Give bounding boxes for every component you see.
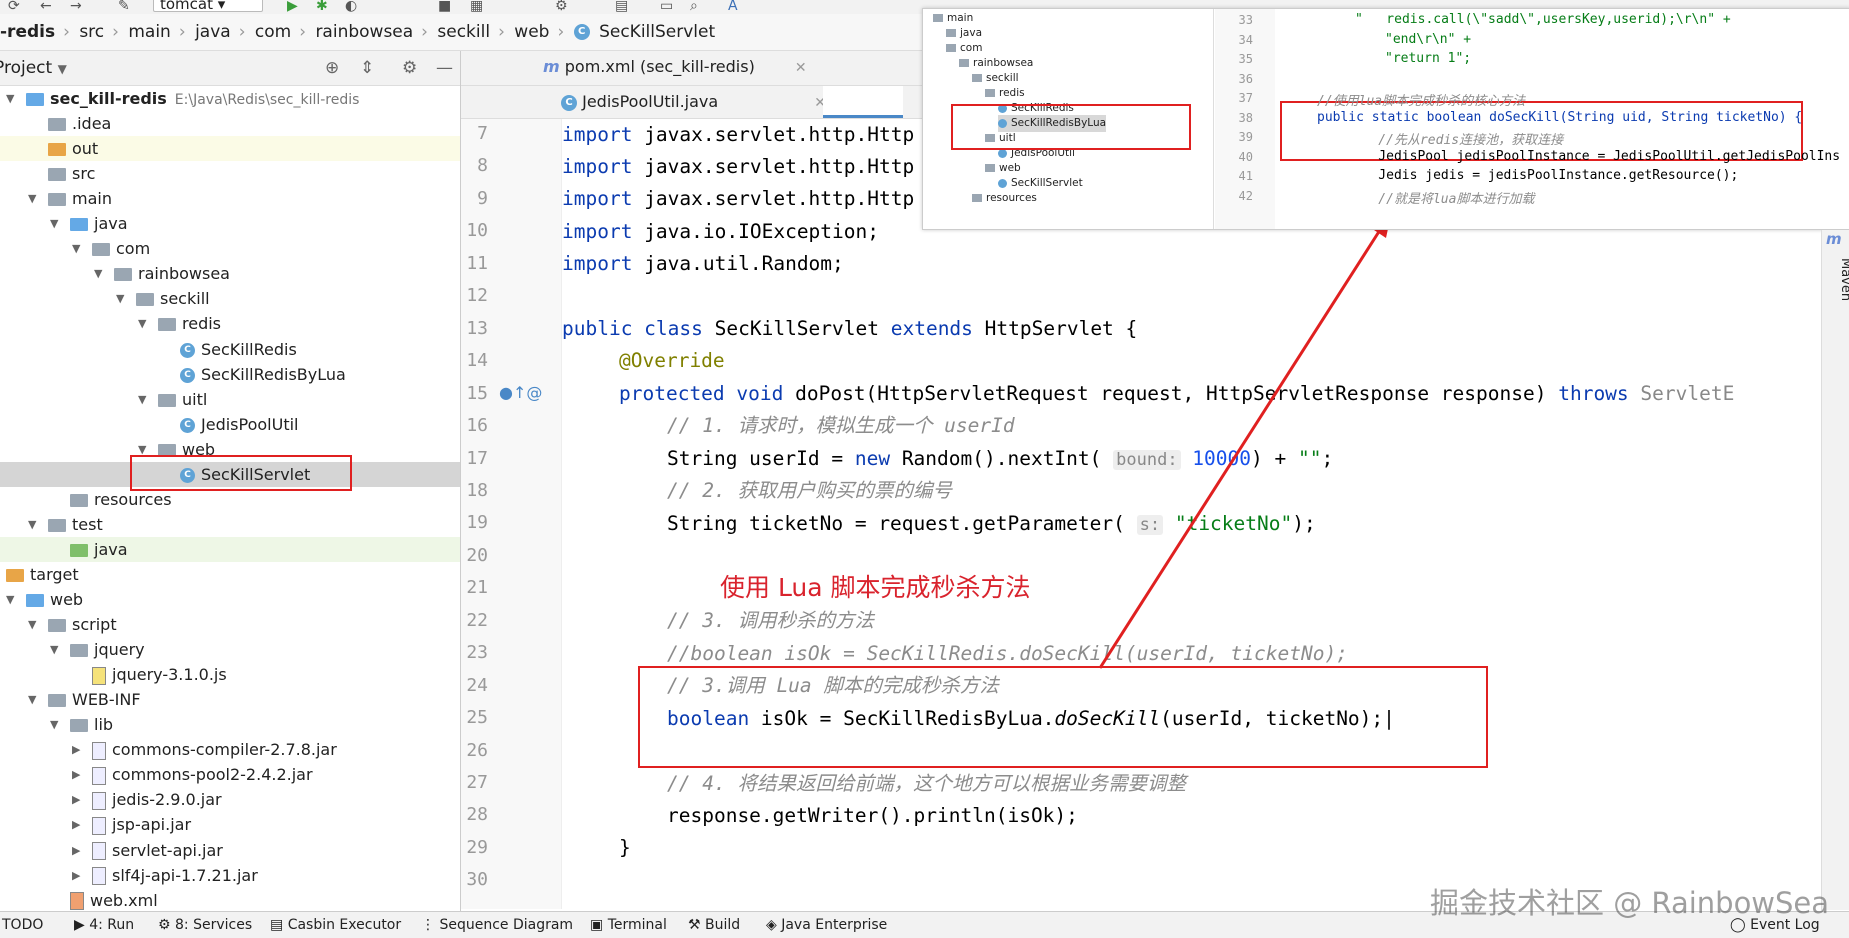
- inset-code-line: //使用lua脚本完成秒杀的核心方法: [1317, 94, 1526, 109]
- terminal-tab-label: Terminal: [607, 917, 667, 933]
- folder-icon: [972, 194, 982, 202]
- inset-tree-label: com: [960, 42, 983, 54]
- build-tab-label: Build: [705, 917, 741, 933]
- maven-toolwindow-strip: m Maven: [1821, 230, 1849, 910]
- inset-line-number: 36: [1238, 71, 1253, 86]
- run-tab-label: 4: Run: [89, 917, 135, 933]
- inset-line-number: 42: [1238, 188, 1253, 203]
- inset-tree-label: java: [960, 27, 982, 39]
- inset-code-line: //就是将lua脚本进行加载: [1347, 191, 1535, 207]
- inset-code-line: " redis.call(\"sadd\",usersKey,userid);\…: [1355, 12, 1731, 27]
- services-tab-label: 8: Services: [175, 917, 253, 933]
- services-tab[interactable]: ⚙ 8: Services: [158, 912, 252, 938]
- inset-line-number: 39: [1238, 130, 1253, 144]
- terminal-tab[interactable]: ▣ Terminal: [590, 912, 667, 938]
- inset-tree-label: web: [999, 162, 1021, 174]
- inset-tree-label: main: [947, 12, 974, 24]
- folder-icon: [985, 89, 995, 97]
- inset-line-number: 37: [1238, 91, 1253, 105]
- folder-icon: [972, 74, 982, 82]
- inset-code-line: "return 1";: [1385, 51, 1472, 66]
- maven-tab[interactable]: Maven: [1838, 258, 1849, 301]
- inset-line-number: 35: [1238, 52, 1253, 66]
- inset-screenshot: main java com rainbowsea seckill redis SecKill…: [922, 8, 1849, 230]
- sequence-diagram-tab[interactable]: ⋮ Sequence Diagram: [421, 912, 573, 938]
- inset-code-line: public static boolean doSecKill(String u…: [1317, 109, 1803, 125]
- inset-line-number: 38: [1238, 110, 1253, 125]
- inset-code-line: "end\r\n" +: [1385, 31, 1472, 47]
- inset-tree-label: resources: [986, 192, 1037, 204]
- folder-icon: [946, 44, 956, 52]
- inset-tree-item: resources: [972, 190, 1037, 207]
- folder-icon: [985, 164, 995, 172]
- inset-code-line: Jedis jedis = jedisPoolInstance.getResou…: [1347, 168, 1739, 183]
- java-enterprise-label: Java Enterprise: [781, 917, 888, 933]
- inset-tree-label: seckill: [986, 72, 1019, 84]
- maven-icon[interactable]: m: [1826, 230, 1842, 248]
- inset-tree-label: rainbowsea: [973, 57, 1034, 69]
- casbin-tab-label: Casbin Executor: [287, 917, 402, 933]
- inset-tree-label: SecKillServlet: [1011, 177, 1083, 189]
- class-icon: [998, 178, 1007, 188]
- inset-tree-label: redis: [999, 87, 1025, 99]
- folder-icon: [946, 29, 956, 37]
- build-tab[interactable]: ⚒ Build: [688, 912, 740, 938]
- casbin-tab[interactable]: ▤ Casbin Executor: [270, 912, 401, 938]
- inset-line-number: 33: [1238, 13, 1253, 27]
- watermark: 掘金技术社区 @ RainbowSea: [1430, 886, 1830, 920]
- inset-line-number: 40: [1238, 149, 1253, 164]
- inset-code-line: //先从redis连接池，获取连接: [1347, 133, 1564, 148]
- todo-tab[interactable]: TODO: [2, 912, 43, 938]
- sequence-diagram-label: Sequence Diagram: [439, 917, 574, 933]
- java-enterprise-tab[interactable]: ◈ Java Enterprise: [766, 912, 887, 938]
- inset-line-number: 34: [1238, 32, 1253, 47]
- folder-icon: [933, 14, 943, 22]
- run-tab[interactable]: ▶ 4: Run: [74, 912, 134, 938]
- folder-icon: [959, 59, 969, 67]
- inset-code-line: JedisPool jedisPoolInstance = JedisPoolU…: [1347, 148, 1841, 164]
- highlight-box-inset-tree: [951, 104, 1191, 150]
- inset-line-number: 41: [1238, 169, 1253, 183]
